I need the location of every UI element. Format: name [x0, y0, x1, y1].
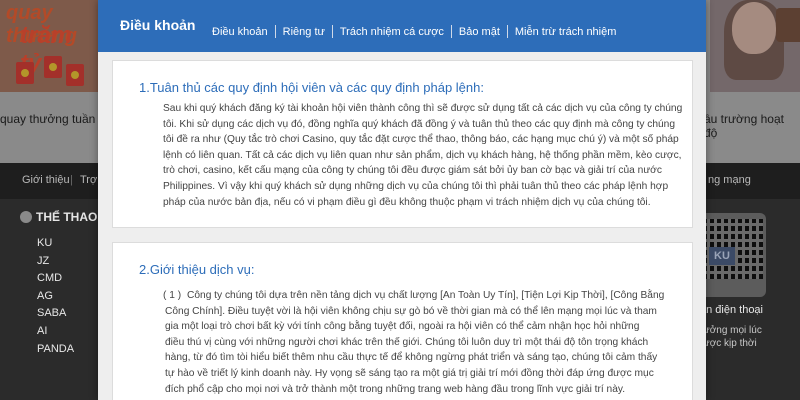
ku-logo: KU	[709, 247, 735, 265]
paragraph-line: Công Chính]. Điều tuyệt vời là hội viên …	[165, 305, 657, 317]
paragraph-line: Philippines. Vì vậy khi quý khách sử dụn…	[163, 180, 669, 192]
paragraph-line: tự hào về triết lý kinh doanh này. Hy vọ…	[165, 367, 654, 379]
list-number: ( 1 )	[163, 290, 182, 301]
mobile-app-label: ản điện thoại	[700, 304, 763, 316]
promo-banner-right[interactable]	[710, 0, 800, 92]
paragraph-line: pháp của nước bản địa, nếu có vi phạm đi…	[163, 196, 651, 208]
red-envelope-icon	[66, 64, 84, 86]
paragraph-line: tôi. Khi sử dụng các dịch vụ đó, đồng ng…	[163, 118, 676, 130]
red-envelope-icon	[44, 56, 62, 78]
sidebar-heading[interactable]: THỂ THAO	[20, 207, 110, 227]
section-title: 1.Tuân thủ các quy định hội viên và các …	[139, 80, 484, 95]
tab-security[interactable]: Bảo mật	[459, 26, 500, 38]
nav-item-network[interactable]: ng mạng	[708, 174, 751, 186]
nav-item-intro[interactable]: Giới thiệu	[22, 174, 70, 186]
section-title: 2.Giới thiệu dịch vụ:	[139, 262, 255, 277]
tab-terms[interactable]: Điều khoản	[212, 26, 268, 38]
paragraph-line: lệnh có liên quan. Tất cả các dịch vụ li…	[163, 149, 682, 161]
mobile-app-subtext: ưởng mọi lúc ược kịp thời	[703, 324, 762, 350]
section-card-service-intro: 2.Giới thiệu dịch vụ: ( 1 ) Công ty chún…	[112, 242, 693, 400]
paragraph-line: đích phổ cập cho mọi nơi và trở thành mộ…	[165, 383, 626, 395]
sidebar-item-cmd[interactable]: CMD	[20, 272, 110, 290]
model-image	[732, 2, 776, 54]
tab-disclaimer[interactable]: Miễn trừ trách nhiệm	[515, 26, 617, 38]
modal-tabs: Điều khoản Riêng tư Trách nhiệm cá cược …	[212, 25, 616, 38]
tab-separator	[331, 25, 333, 38]
section-paragraph: ( 1 ) Công ty chúng tôi dựa trên nền tản…	[163, 288, 690, 397]
paragraph-line: trò chơi, casino, kết cấu mạng của công …	[163, 165, 662, 177]
mobile-app-subtext-line1: ưởng mọi lúc	[703, 325, 762, 336]
soccer-ball-icon	[20, 211, 32, 223]
red-envelope-icon	[16, 62, 34, 84]
sidebar-item-saba[interactable]: SABA	[20, 307, 110, 325]
sidebar-item-ai[interactable]: AI	[20, 325, 110, 343]
section-paragraph: Sau khi quý khách đăng ký tài khoản hội …	[163, 101, 690, 210]
sidebar-item-ag[interactable]: AG	[20, 290, 110, 308]
terms-modal: Điều khoản Điều khoản Riêng tư Trách nhi…	[98, 0, 706, 400]
marquee-text-left: quay thưởng tuần trà	[0, 112, 113, 126]
paragraph-line: Sau khi quý khách đăng ký tài khoản hội …	[163, 103, 683, 114]
paragraph-line: tôi đề ra như (Quy tắc trò chơi Casino, …	[163, 134, 679, 146]
tab-separator	[450, 25, 452, 38]
modal-title: Điều khoản	[120, 17, 196, 33]
mobile-app-subtext-line2: ược kịp thời	[703, 338, 757, 349]
tab-privacy[interactable]: Riêng tư	[283, 26, 325, 38]
section-card-compliance: 1.Tuân thủ các quy định hội viên và các …	[112, 60, 693, 228]
sidebar-item-panda[interactable]: PANDA	[20, 343, 110, 361]
paragraph-line: điều thú vị cùng với những người chơi kh…	[165, 336, 649, 348]
sidebar-list: KU JZ CMD AG SABA AI PANDA	[20, 237, 110, 360]
paragraph-line: Công ty chúng tôi dựa trên nền tảng dịch…	[187, 290, 665, 301]
camera-icon	[776, 8, 800, 42]
nav-separator: |	[70, 174, 73, 186]
promo-banner-left[interactable]: quay thưởng trăm tỷ	[0, 0, 100, 92]
tab-responsible-gaming[interactable]: Trách nhiệm cá cược	[340, 26, 444, 38]
paragraph-line: hàng, từ đó tìm tòi hiểu biết thêm nhu c…	[165, 352, 658, 364]
sidebar-item-ku[interactable]: KU	[20, 237, 110, 255]
tab-separator	[274, 25, 276, 38]
marquee-text-right: ầu trường hoạt độ	[704, 112, 784, 140]
paragraph-line: gia một loại trò chơi bất kỳ với tính cô…	[165, 321, 640, 333]
sidebar-heading-label: THỂ THAO	[36, 210, 98, 224]
modal-header: Điều khoản Điều khoản Riêng tư Trách nhi…	[98, 0, 706, 52]
sidebar-item-jz[interactable]: JZ	[20, 255, 110, 273]
sports-sidebar: THỂ THAO KU JZ CMD AG SABA AI PANDA	[20, 207, 110, 360]
tab-separator	[506, 25, 508, 38]
